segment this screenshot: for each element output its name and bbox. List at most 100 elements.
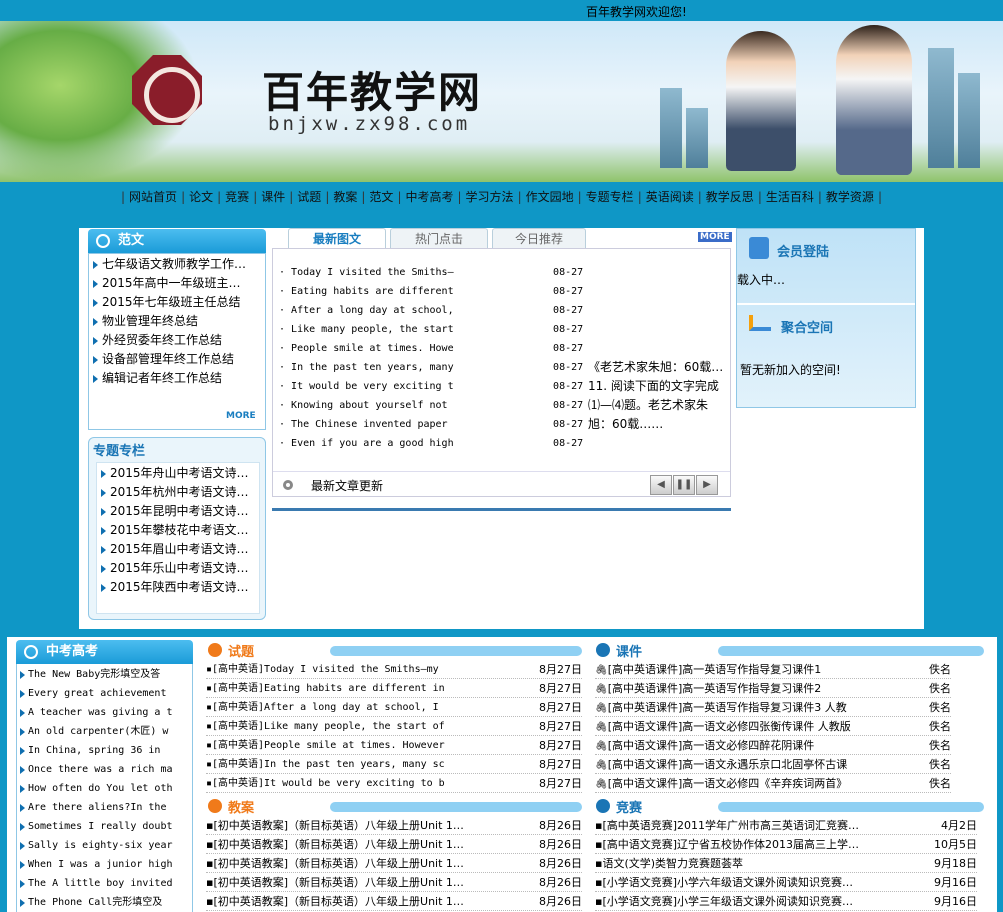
list-row[interactable]: ▪[初中英语教案]（新目标英语）八年级上册Unit 1… 8月26日 [206,835,582,854]
news-title[interactable]: In the past ten years, many [291,358,553,377]
news-row[interactable]: · Eating habits are different 08-27 [279,282,593,301]
list-title[interactable]: ▪[高中英语]People smile at times. However [206,736,526,755]
list-item[interactable]: Sometimes I really doubt [20,817,190,836]
nav-item[interactable]: 网站首页 [129,190,177,204]
site-logo-icon[interactable] [132,55,202,125]
list-title[interactable]: ▪[高中英语]It would be very exciting to b [206,774,526,793]
list-title[interactable]: ▪[高中英语竞赛]2011学年广州市高三英语词汇竞赛… [595,816,895,835]
list-item[interactable]: 2015年乐山中考语文诗词… [98,559,256,578]
list-row[interactable]: 🖇[高中语文课件]高一语文必修四《辛弃疾词两首》 佚名 [595,774,951,793]
fanwen-more-button[interactable]: MORE [226,411,256,421]
jingsai-title[interactable]: 竞赛 [616,797,642,816]
list-title[interactable]: ▪[高中英语]Eating habits are different in [206,679,526,698]
list-item[interactable]: 2015年高中一年级班主任… [90,274,250,293]
list-row[interactable]: 🖇[高中语文课件]高一语文必修四醉花阴课件 佚名 [595,736,951,755]
news-row[interactable]: · Today I visited the Smiths— 08-27 [279,263,593,282]
list-title[interactable]: [高中语文课件]高一语文必修四《辛弃疾词两首》 [608,774,938,793]
news-row[interactable]: · Knowing about yourself not 08-27 [279,396,593,415]
news-title[interactable]: Today I visited the Smiths— [291,263,553,282]
tab-latest[interactable]: 最新图文 [288,228,386,248]
nav-item[interactable]: 学习方法 [466,190,514,204]
list-item[interactable]: 七年级语文教师教学工作… [90,255,250,274]
news-row[interactable]: · It would be very exciting t 08-27 [279,377,593,396]
list-item[interactable]: Sally is eighty-six year [20,836,190,855]
next-button[interactable]: ▶ [696,475,718,495]
nav-item[interactable]: 竞赛 [225,190,249,204]
news-title[interactable]: People smile at times. Howe [291,339,553,358]
site-title[interactable]: 百年教学网 [262,59,482,120]
list-title[interactable]: ▪[高中英语]In the past ten years, many sc [206,755,526,774]
list-row[interactable]: ▪[小学语文竞赛]小学六年级语文课外阅读知识竞赛… 9月16日 [595,873,977,892]
list-item[interactable]: 2015年陕西中考语文诗词… [98,578,256,597]
list-item[interactable]: Every great achievement [20,684,190,703]
list-item[interactable]: The Phone Call完形填空及 [20,893,190,912]
list-item[interactable]: A teacher was giving a t [20,703,190,722]
list-title[interactable]: ▪[高中英语]After a long day at school, I [206,698,526,717]
nav-item[interactable]: 英语阅读 [646,190,694,204]
list-item[interactable]: 2015年眉山中考语文诗词… [98,540,256,559]
list-title[interactable]: [高中语文课件]高一语文永遇乐京口北固亭怀古课 [608,755,938,774]
list-row[interactable]: ▪[小学语文竞赛]小学三年级语文课外阅读知识竞赛… 9月16日 [595,892,977,911]
list-item[interactable]: How often do You let oth [20,779,190,798]
list-title[interactable]: ▪[初中英语教案]（新目标英语）八年级上册Unit 1… [206,873,506,892]
nav-item[interactable]: 生活百科 [766,190,814,204]
list-row[interactable]: ▪语文(文学)类智力竞赛题荟萃 9月18日 [595,854,977,873]
list-item[interactable]: 2015年攀枝花中考语文诗… [98,521,256,540]
list-row[interactable]: ▪[高中语文竞赛]辽宁省五校协作体2013届高三上学… 10月5日 [595,835,977,854]
nav-item[interactable]: 范文 [369,190,393,204]
list-item[interactable]: When I was a junior high [20,855,190,874]
news-row[interactable]: · The Chinese invented paper 08-27 [279,415,593,434]
list-item[interactable]: 2015年舟山中考语文诗词… [98,464,256,483]
list-title[interactable]: ▪[小学语文竞赛]小学六年级语文课外阅读知识竞赛… [595,873,895,892]
list-item[interactable]: 2015年七年级班主任总结 [90,293,250,312]
list-title[interactable]: [高中英语课件]高一英语写作指导复习课件2 [608,679,938,698]
prev-button[interactable]: ◀ [650,475,672,495]
list-row[interactable]: 🖇[高中英语课件]高一英语写作指导复习课件1 佚名 [595,660,951,679]
list-item[interactable]: 外经贸委年终工作总结 [90,331,250,350]
list-item[interactable]: 设备部管理年终工作总结 [90,350,250,369]
list-title[interactable]: ▪[高中英语]Today I visited the Smiths—my [206,660,526,679]
list-item[interactable]: Are there aliens?In the [20,798,190,817]
pause-button[interactable]: ❚❚ [673,475,695,495]
news-title[interactable]: Eating habits are different [291,282,553,301]
list-title[interactable]: ▪[小学语文竞赛]小学三年级语文课外阅读知识竞赛… [595,892,895,911]
list-row[interactable]: ▪[高中英语]After a long day at school, I 8月27… [206,698,582,717]
news-row[interactable]: · After a long day at school, 08-27 [279,301,593,320]
news-title[interactable]: The Chinese invented paper [291,415,553,434]
list-item[interactable]: An old carpenter(木匠) w [20,722,190,741]
kejian-title[interactable]: 课件 [616,641,642,660]
list-item[interactable]: 编辑记者年终工作总结 [90,369,250,388]
list-row[interactable]: ▪[初中英语教案]（新目标英语）八年级上册Unit 1… 8月26日 [206,854,582,873]
shiti-title[interactable]: 试题 [228,641,254,660]
list-title[interactable]: ▪语文(文学)类智力竞赛题荟萃 [595,854,895,873]
list-title[interactable]: [高中英语课件]高一英语写作指导复习课件1 [608,660,938,679]
news-title[interactable]: Knowing about yourself not [291,396,553,415]
news-row[interactable]: · People smile at times. Howe 08-27 [279,339,593,358]
news-side-line[interactable]: 《老艺术家朱旭：60载… [588,358,724,377]
list-title[interactable]: [高中语文课件]高一语文必修四张衡传课件 人教版 [608,717,938,736]
list-item[interactable]: 2015年杭州中考语文诗词… [98,483,256,502]
list-row[interactable]: ▪[高中英语]Like many people, the start of 8月2… [206,717,582,736]
nav-item[interactable]: 论文 [189,190,213,204]
list-row[interactable]: ▪[高中英语]People smile at times. However 8月2… [206,736,582,755]
list-row[interactable]: ▪[高中英语]Today I visited the Smiths—my 8月27… [206,660,582,679]
list-row[interactable]: 🖇[高中英语课件]高一英语写作指导复习课件2 佚名 [595,679,951,698]
nav-item[interactable]: 课件 [261,190,285,204]
list-item[interactable]: Once there was a rich ma [20,760,190,779]
list-row[interactable]: 🖇[高中英语课件]高一英语写作指导复习课件3 人教 佚名 [595,698,951,717]
list-row[interactable]: ▪[初中英语教案]（新目标英语）八年级上册Unit 1… 8月26日 [206,816,582,835]
news-row[interactable]: · In the past ten years, many 08-27 [279,358,593,377]
list-row[interactable]: 🖇[高中语文课件]高一语文永遇乐京口北固亭怀古课 佚名 [595,755,951,774]
list-item[interactable]: 物业管理年终总结 [90,312,250,331]
list-title[interactable]: ▪[初中英语教案]（新目标英语）八年级上册Unit 1… [206,892,506,911]
list-row[interactable]: ▪[高中英语竞赛]2011学年广州市高三英语词汇竞赛… 4月2日 [595,816,977,835]
tabs-more-button[interactable]: MORE [698,232,732,242]
list-row[interactable]: ▪[初中英语教案]（新目标英语）八年级上册Unit 1… 8月26日 [206,892,582,911]
tab-popular[interactable]: 热门点击 [390,228,488,248]
news-title[interactable]: Even if you are a good high [291,434,553,453]
list-title[interactable]: ▪[初中英语教案]（新目标英语）八年级上册Unit 1… [206,854,506,873]
list-title[interactable]: ▪[高中英语]Like many people, the start of [206,717,526,736]
list-title[interactable]: ▪[初中英语教案]（新目标英语）八年级上册Unit 1… [206,816,506,835]
nav-item[interactable]: 专题专栏 [586,190,634,204]
news-row[interactable]: · Like many people, the start 08-27 [279,320,593,339]
